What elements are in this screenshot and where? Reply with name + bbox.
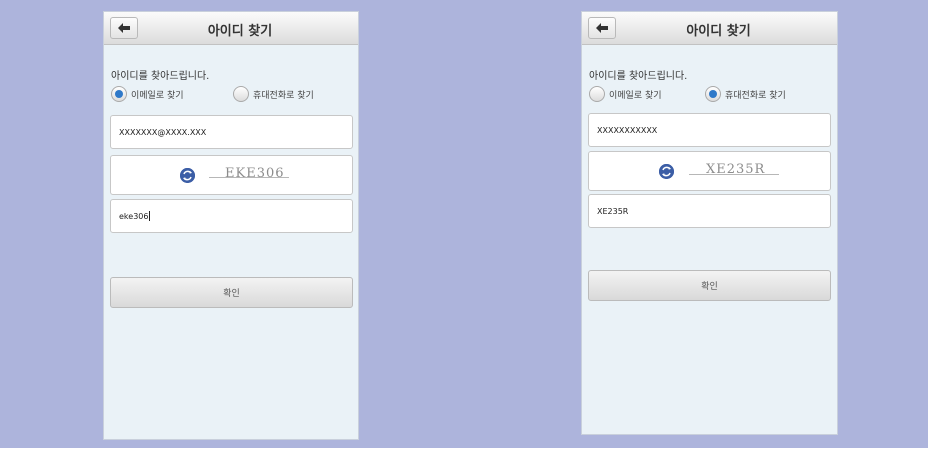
confirm-button[interactable]: 확인: [588, 270, 831, 301]
page-title: 아이디 찾기: [686, 24, 751, 39]
phone-field[interactable]: XXXXXXXXXXX: [588, 113, 831, 147]
radio-email-unselected-icon: [589, 86, 605, 102]
phone-field-value: XXXXXXXXXXX: [597, 125, 658, 135]
captcha-input-value: XE235R: [597, 206, 629, 216]
confirm-button-label: 확인: [701, 282, 718, 292]
confirm-button-label: 확인: [223, 289, 240, 299]
confirm-button[interactable]: 확인: [110, 277, 353, 308]
title-bar: 아이디 찾기: [104, 12, 358, 45]
refresh-icon[interactable]: [659, 164, 674, 179]
radio-phone-label: 휴대전화로 찾기: [725, 90, 786, 101]
captcha-box: XE235R: [588, 151, 831, 191]
search-method-radio-group: 이메일로 찾기 휴대전화로 찾기: [111, 86, 351, 104]
captcha-box: EKE306: [110, 155, 353, 195]
radio-phone[interactable]: 휴대전화로 찾기: [705, 86, 786, 102]
radio-email-label: 이메일로 찾기: [131, 90, 184, 101]
refresh-icon[interactable]: [180, 168, 195, 183]
search-method-radio-group: 이메일로 찾기 휴대전화로 찾기: [589, 86, 829, 104]
page-title: 아이디 찾기: [207, 24, 273, 39]
radio-email-label: 이메일로 찾기: [609, 90, 662, 101]
captcha-input-value: eke306: [119, 211, 149, 221]
presentation-background: 아이디 찾기 아이디를 찾아드립니다. 이메일로 찾기 휴대전화로 찾기 XXX…: [0, 0, 928, 448]
radio-phone[interactable]: 휴대전화로 찾기: [233, 86, 314, 102]
email-field[interactable]: XXXXXXX@XXXX.XXX: [110, 115, 353, 149]
radio-phone-selected-icon: [705, 86, 721, 102]
guide-text: 아이디를 찾아드립니다.: [111, 71, 210, 82]
radio-email[interactable]: 이메일로 찾기: [589, 86, 662, 102]
captcha-image-text: XE235R: [706, 162, 766, 177]
guide-text: 아이디를 찾아드립니다.: [589, 71, 688, 82]
text-caret: [149, 211, 151, 221]
email-field-value: XXXXXXX@XXXX.XXX: [119, 127, 207, 137]
captcha-image-text: EKE306: [225, 166, 285, 181]
radio-email-selected-icon: [111, 86, 127, 102]
find-id-screen-email: 아이디 찾기 아이디를 찾아드립니다. 이메일로 찾기 휴대전화로 찾기 XXX…: [103, 11, 359, 440]
radio-phone-label: 휴대전화로 찾기: [253, 90, 314, 101]
title-bar: 아이디 찾기: [582, 12, 837, 45]
captcha-input[interactable]: XE235R: [588, 194, 831, 228]
find-id-screen-phone: 아이디 찾기 아이디를 찾아드립니다. 이메일로 찾기 휴대전화로 찾기 XXX…: [581, 11, 838, 435]
radio-phone-unselected-icon: [233, 86, 249, 102]
radio-email[interactable]: 이메일로 찾기: [111, 86, 184, 102]
captcha-input[interactable]: eke306: [110, 199, 353, 233]
